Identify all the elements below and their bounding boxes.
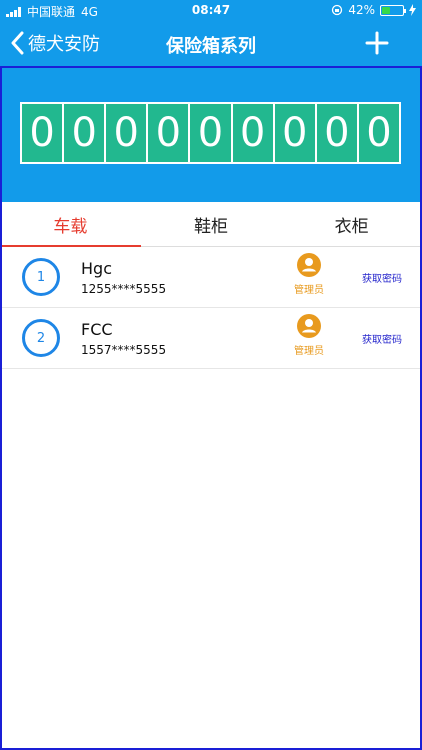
back-button[interactable]: 德犬安防: [10, 30, 100, 56]
digit-cell: 0: [22, 104, 65, 162]
user-avatar-icon: [297, 253, 321, 277]
chevron-left-icon: [11, 31, 24, 55]
index-badge: 2: [22, 319, 60, 357]
user-name: Hgc: [81, 259, 112, 278]
list-item[interactable]: 2 FCC 1557****5555 管理员 获取密码: [0, 308, 422, 369]
user-phone: 1557****5555: [81, 343, 167, 357]
counter-panel: 000000000: [0, 66, 422, 202]
battery-icon: [380, 4, 406, 16]
digit-cell: 0: [106, 104, 149, 162]
nav-bar: 德犬安防 保险箱系列: [0, 22, 422, 66]
category-tabs: 车载 鞋柜 衣柜: [0, 202, 422, 247]
tab-2[interactable]: 鞋柜: [141, 202, 282, 246]
role-label: 管理员: [294, 285, 324, 296]
user-phone: 1255****5555: [81, 282, 167, 296]
tab-1[interactable]: 车载: [0, 202, 141, 247]
digit-cell: 0: [148, 104, 191, 162]
list-item[interactable]: 1 Hgc 1255****5555 管理员 获取密码: [0, 247, 422, 308]
status-right: 42%: [331, 3, 416, 17]
digit-cell: 0: [274, 104, 317, 162]
user-list: 1 Hgc 1255****5555 管理员 获取密码 2 FCC 1557****5555 管…: [0, 247, 422, 369]
user-name: FCC: [81, 320, 113, 339]
digit-cell: 0: [316, 104, 359, 162]
get-password-button[interactable]: 获取密码: [362, 331, 402, 346]
index-badge: 1: [22, 258, 60, 296]
back-label: 德犬安防: [28, 34, 100, 55]
add-icon[interactable]: [364, 30, 390, 56]
orientation-lock-icon: [332, 4, 343, 16]
status-bar: 中国联通 4G 08:47 42%: [0, 0, 422, 22]
digit-cell: 0: [232, 104, 275, 162]
charging-icon: [409, 4, 416, 16]
digit-cell: 0: [64, 104, 107, 162]
digit-cell: 0: [358, 104, 399, 162]
app-screen: 中国联通 4G 08:47 42% 德犬安防 保险箱系列 0 0 0 0 0 0…: [0, 0, 422, 750]
digit-cell: 0: [190, 104, 233, 162]
battery-percent: 42%: [348, 3, 375, 17]
role-badge: 管理员: [290, 314, 328, 357]
role-label: 管理员: [294, 346, 324, 357]
get-password-button[interactable]: 获取密码: [362, 270, 402, 285]
tab-3[interactable]: 衣柜: [281, 202, 422, 246]
user-avatar-icon: [297, 314, 321, 338]
role-badge: 管理员: [290, 253, 328, 296]
digit-display: 000000000: [20, 102, 401, 164]
